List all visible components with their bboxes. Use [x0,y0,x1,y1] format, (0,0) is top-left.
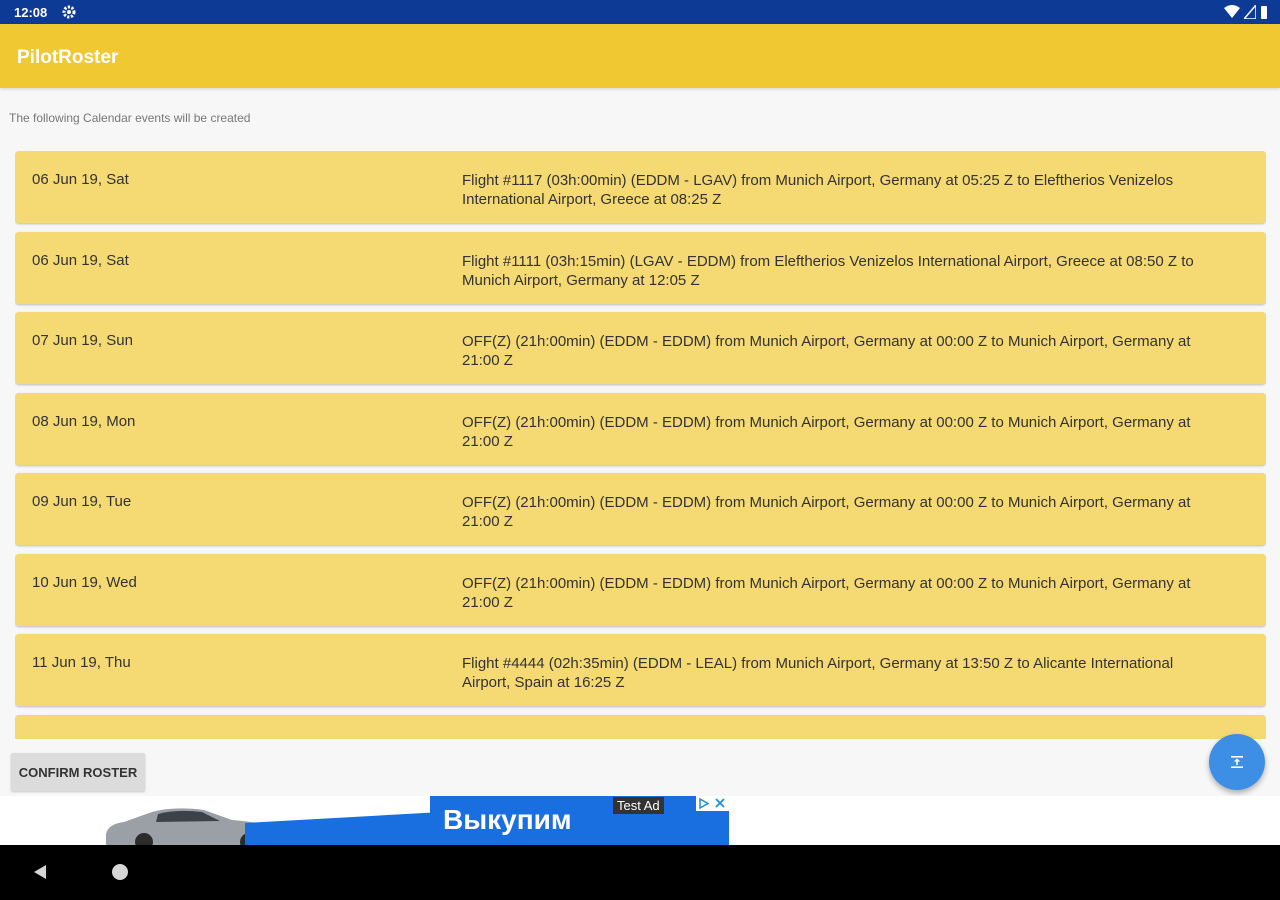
event-card[interactable]: 06 Jun 19, Sat Flight #1111 (03h:15min) … [15,232,1266,304]
event-card[interactable]: 06 Jun 19, Sat Flight #1117 (03h:00min) … [15,151,1266,223]
signal-icon [1244,5,1256,19]
event-date: 11 Jun 19, Thu [32,654,131,671]
app-bar: PilotRoster [0,24,1280,88]
status-icons [1224,4,1268,20]
navigation-bar [0,845,1280,900]
ad-choices[interactable] [696,796,729,811]
event-date: 07 Jun 19, Sun [32,332,133,349]
ad-test-tag: Test Ad [613,797,664,814]
event-description: OFF(Z) (21h:00min) (EDDM - EDDM) from Mu… [462,414,1191,450]
event-description: Flight #1117 (03h:00min) (EDDM - LGAV) f… [462,172,1174,208]
event-card[interactable]: 07 Jun 19, Sun OFF(Z) (21h:00min) (EDDM … [15,312,1266,384]
home-icon[interactable] [112,864,128,880]
event-date: 06 Jun 19, Sat [32,171,129,188]
confirm-roster-button[interactable]: CONFIRM ROSTER [11,753,145,791]
event-card[interactable]: 11 Jun 19, Thu Flight #4444 (02h:35min) … [15,634,1266,706]
app-title: PilotRoster [17,47,119,68]
status-bar: 12:08 [0,0,1280,24]
ad-container: Выкупим Test Ad [0,796,1280,845]
adchoices-icon[interactable] [696,796,712,811]
battery-icon [1261,6,1267,19]
event-card[interactable] [15,715,1266,739]
settings-gear-icon [62,5,76,19]
event-card[interactable]: 09 Jun 19, Tue OFF(Z) (21h:00min) (EDDM … [15,473,1266,545]
ad-headline: Выкупим [443,804,572,835]
event-description: Flight #4444 (02h:35min) (EDDM - LEAL) f… [462,655,1174,691]
event-date: 10 Jun 19, Wed [32,574,137,591]
event-description: OFF(Z) (21h:00min) (EDDM - EDDM) from Mu… [462,494,1191,530]
event-description: OFF(Z) (21h:00min) (EDDM - EDDM) from Mu… [462,575,1191,611]
ad-banner[interactable]: Выкупим Test Ad [0,796,729,845]
status-time: 12:08 [14,5,48,20]
wifi-icon [1224,5,1240,18]
event-date: 08 Jun 19, Mon [32,413,136,430]
instructions-text: The following Calendar events will be cr… [9,111,251,125]
ad-close-icon[interactable] [712,796,728,811]
event-list[interactable]: 06 Jun 19, Sat Flight #1117 (03h:00min) … [15,151,1266,739]
scroll-to-top-icon [1231,756,1243,768]
event-date: 09 Jun 19, Tue [32,493,132,510]
event-card[interactable]: 10 Jun 19, Wed OFF(Z) (21h:00min) (EDDM … [15,554,1266,626]
export-fab-button[interactable] [1209,734,1265,790]
event-card[interactable]: 08 Jun 19, Mon OFF(Z) (21h:00min) (EDDM … [15,393,1266,465]
event-description: OFF(Z) (21h:00min) (EDDM - EDDM) from Mu… [462,333,1191,369]
event-date: 06 Jun 19, Sat [32,252,129,269]
event-description: Flight #1111 (03h:15min) (LGAV - EDDM) f… [462,253,1194,289]
back-icon[interactable] [32,864,48,880]
